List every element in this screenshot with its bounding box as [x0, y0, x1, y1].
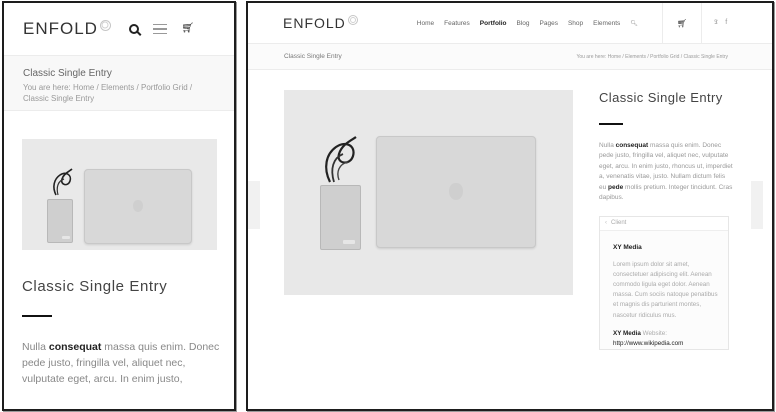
twitter-icon[interactable]: 𝕿 [714, 19, 718, 27]
chevron-left-icon: ‹ [605, 220, 607, 226]
client-website-company: XY Media [613, 329, 641, 337]
usb-cable-image [53, 168, 73, 196]
mobile-title-bar: Classic Single Entry You are here: Home … [4, 56, 234, 111]
search-icon[interactable]: 🔍︎ [630, 20, 638, 27]
client-website-link[interactable]: http://www.wikipedia.com [613, 340, 683, 347]
client-website: XY Media Website: http://www.wikipedia.c… [613, 329, 728, 349]
laptop-image [376, 136, 536, 248]
main-nav: Home Features Portfolio Blog Pages Shop … [412, 20, 625, 27]
entry-title: Classic Single Entry [599, 90, 723, 105]
social-links: 𝕿 f [702, 19, 739, 27]
drive-label [343, 240, 355, 244]
external-drive-image [47, 199, 73, 243]
desktop-header: ENFOLD Home Features Portfolio Blog Page… [248, 3, 772, 44]
title-bar-heading[interactable]: Classic Single Entry [23, 68, 234, 79]
client-toggle-header[interactable]: ‹ Client [600, 216, 728, 231]
desktop-title-bar: Classic Single Entry You are here: Home … [248, 44, 772, 70]
drive-label [62, 236, 70, 239]
menu-icon[interactable] [153, 24, 168, 34]
client-name: XY Media [613, 243, 642, 251]
title-bar-heading[interactable]: Classic Single Entry [284, 53, 342, 60]
entry-sidebar: Classic Single Entry Nulla consequat mas… [599, 90, 734, 350]
breadcrumb: You are here: Home / Elements / Portfoli… [576, 53, 728, 60]
entry-text-strong: pede [608, 183, 624, 191]
portfolio-image [284, 90, 573, 295]
logo-text: ENFOLD [23, 19, 98, 38]
nav-item-shop[interactable]: Shop [563, 20, 588, 27]
facebook-icon[interactable]: f [725, 19, 727, 27]
mobile-header-tools: 🛒︎ [129, 24, 234, 34]
entry-description: Nulla consequat massa quis enim. Donec p… [599, 141, 734, 204]
client-toggle-box: ‹ Client XY Media Lorem ipsum dolor sit … [599, 215, 729, 350]
mobile-viewport: ENFOLD 🛒︎ Classic Single Entry You are h… [2, 1, 236, 411]
entry-text: Nulla [599, 141, 616, 149]
apple-logo-icon [133, 200, 143, 212]
desktop-viewport: ENFOLD Home Features Portfolio Blog Page… [246, 1, 774, 411]
entry-text-strong: consequat [615, 141, 649, 149]
mobile-content: Classic Single Entry Nulla consequat mas… [4, 111, 234, 387]
entry-text-strong: consequat [48, 341, 102, 353]
apple-logo-icon [449, 183, 463, 200]
chevron-right-icon[interactable] [751, 181, 763, 229]
breadcrumb: You are here: Home / Elements / Portfoli… [23, 83, 193, 103]
search-icon[interactable] [129, 24, 140, 34]
entry-text: Nulla [22, 341, 49, 353]
nav-item-portfolio[interactable]: Portfolio [475, 20, 512, 27]
laptop-image [84, 169, 192, 244]
logo-text: ENFOLD [283, 15, 346, 31]
title-divider [22, 315, 52, 317]
site-logo[interactable]: ENFOLD [283, 14, 358, 31]
nav-item-features[interactable]: Features [439, 20, 475, 27]
logo-mark-icon [99, 19, 111, 31]
nav-item-blog[interactable]: Blog [512, 20, 535, 27]
external-drive-image [320, 185, 361, 250]
chevron-left-icon[interactable] [248, 181, 260, 229]
site-logo[interactable]: ENFOLD [23, 19, 111, 39]
nav-item-pages[interactable]: Pages [535, 20, 563, 27]
usb-cable-image [325, 136, 357, 183]
client-toggle-body: XY Media Lorem ipsum dolor sit amet, con… [600, 231, 728, 349]
nav-item-home[interactable]: Home [412, 20, 439, 27]
nav-item-elements[interactable]: Elements [588, 20, 625, 27]
cart-icon[interactable]: 🛒︎ [663, 19, 701, 28]
portfolio-image [22, 139, 217, 250]
cart-icon[interactable]: 🛒︎ [181, 24, 194, 34]
mobile-header: ENFOLD 🛒︎ [4, 3, 234, 56]
entry-description: Nulla consequat massa quis enim. Donec p… [22, 339, 222, 387]
entry-title: Classic Single Entry [22, 278, 168, 295]
client-website-label: Website: [640, 329, 668, 337]
client-toggle-label: Client [611, 220, 627, 226]
logo-mark-icon [347, 14, 358, 25]
client-description: Lorem ipsum dolor sit amet, consectetuer… [613, 260, 718, 319]
title-divider [599, 123, 623, 125]
